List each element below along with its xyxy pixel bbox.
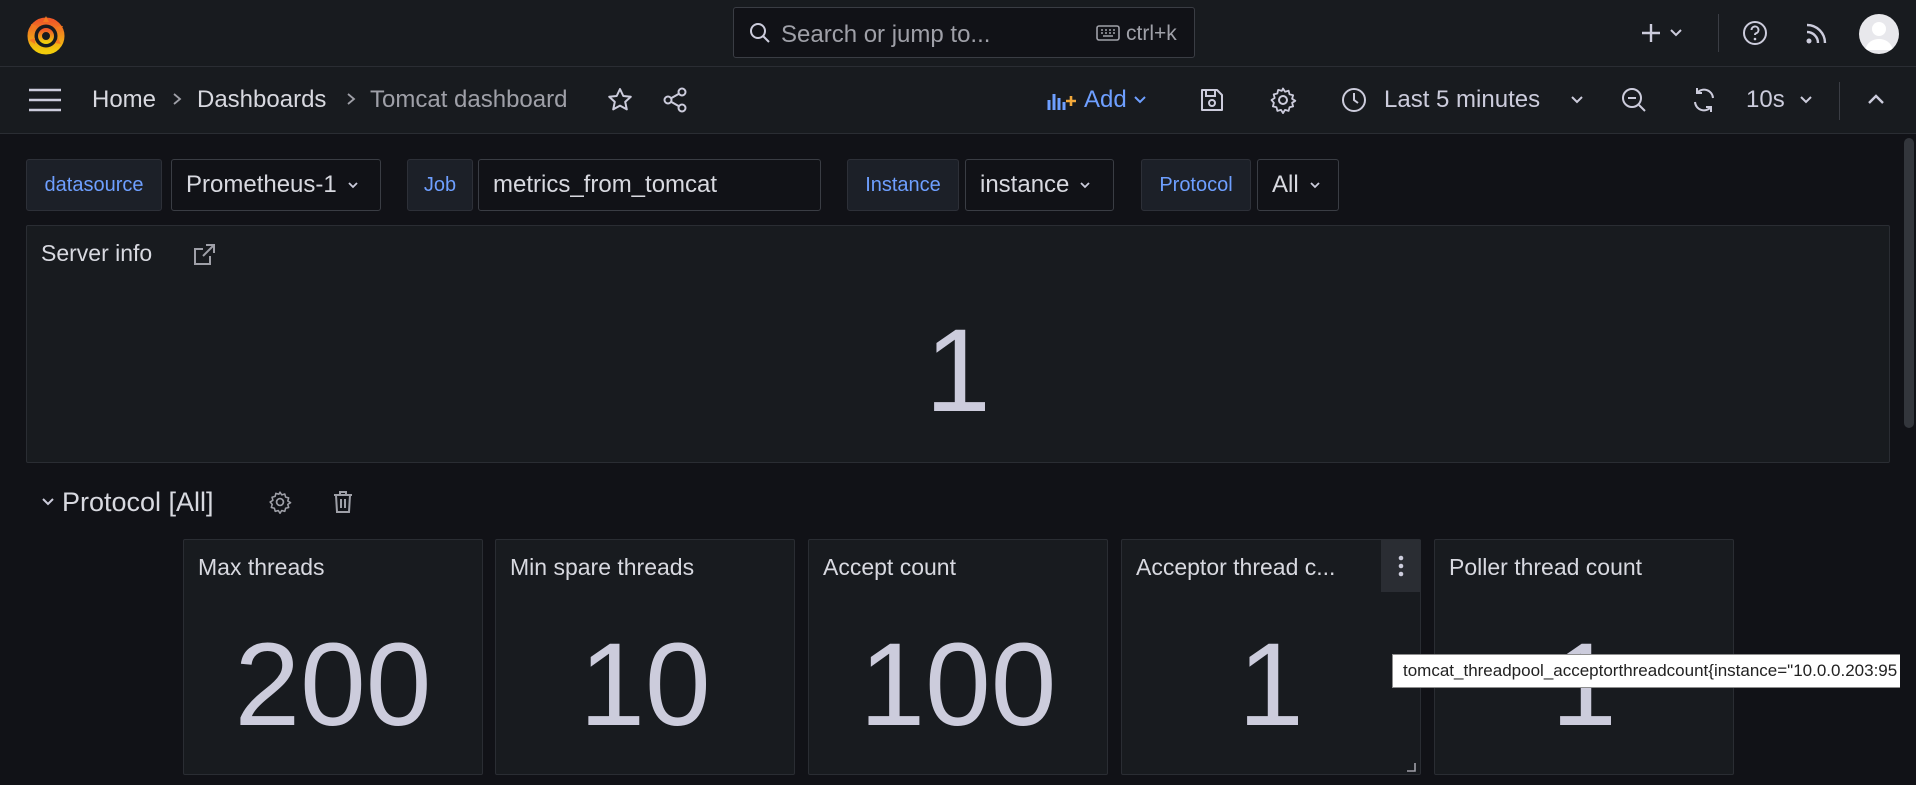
instance-value: instance <box>980 171 1070 198</box>
chevron-down-icon <box>1133 96 1146 104</box>
resize-handle-icon[interactable] <box>1406 762 1416 772</box>
chevron-down-icon <box>42 498 54 506</box>
star-button[interactable] <box>604 84 636 116</box>
min-spare-threads-panel[interactable]: Min spare threads 10 <box>495 539 795 775</box>
clock-icon <box>1342 88 1366 112</box>
stat-value: 1 <box>925 305 991 437</box>
panel-title: Server info <box>41 240 153 266</box>
plus-icon <box>1642 24 1682 42</box>
time-range-label: Last 5 minutes <box>1384 86 1541 113</box>
save-dashboard-button[interactable] <box>1196 84 1228 116</box>
stat-value: 1 <box>1238 619 1304 751</box>
breadcrumb-dashboards[interactable]: Dashboards <box>197 86 326 114</box>
gear-icon <box>1270 87 1297 114</box>
panel-tooltip: tomcat_threadpool_acceptorthreadcount{in… <box>1392 654 1916 688</box>
panel-menu-button[interactable] <box>1381 540 1421 592</box>
stat-value: 100 <box>859 619 1057 751</box>
stat-value: 200 <box>234 619 432 751</box>
time-picker[interactable]: Last 5 minutes <box>1340 82 1590 118</box>
row-settings-button[interactable] <box>265 487 295 517</box>
scrollbar-thumb[interactable] <box>1904 138 1914 428</box>
zoom-out-button[interactable] <box>1618 84 1650 116</box>
user-avatar[interactable] <box>1859 14 1899 54</box>
add-button-label: Add <box>1084 86 1127 113</box>
chevron-right-icon <box>347 93 356 105</box>
save-icon <box>1201 89 1223 111</box>
job-variable-input[interactable]: metrics_from_tomcat <box>478 159 821 211</box>
chevron-down-icon <box>1799 96 1812 104</box>
job-value: metrics_from_tomcat <box>493 171 718 198</box>
share-icon <box>663 87 687 113</box>
breadcrumb-home[interactable]: Home <box>92 86 156 114</box>
chevron-down-icon <box>1571 96 1583 104</box>
datasource-value: Prometheus-1 <box>186 171 337 198</box>
search-bar[interactable]: Search or jump to... ctrl+k <box>733 7 1195 58</box>
refresh-icon <box>1694 88 1714 112</box>
chevron-down-icon <box>348 182 358 189</box>
datasource-variable-select[interactable]: Prometheus-1 <box>171 159 381 211</box>
instance-variable-select[interactable]: instance <box>965 159 1114 211</box>
dashboard-settings-button[interactable] <box>1267 84 1299 116</box>
user-icon <box>1865 22 1893 50</box>
gear-icon <box>269 491 292 514</box>
panel-title: Acceptor thread c... <box>1136 554 1336 580</box>
panel-title: Poller thread count <box>1449 554 1643 580</box>
row-delete-button[interactable] <box>328 487 358 517</box>
datasource-variable-label: datasource <box>26 159 162 211</box>
collapse-nav-button[interactable] <box>1860 84 1892 116</box>
server-info-panel[interactable]: Server info 1 <box>26 225 1890 463</box>
add-button[interactable]: Add <box>1046 82 1158 118</box>
grafana-logo-icon[interactable] <box>25 14 67 56</box>
help-button[interactable] <box>1740 14 1770 52</box>
acceptor-thread-count-panel[interactable]: Acceptor thread c... 1 <box>1121 539 1421 775</box>
chevron-down-icon <box>1080 182 1091 189</box>
chevron-up-icon <box>1868 94 1884 104</box>
more-vertical-icon <box>1398 555 1404 577</box>
menu-button[interactable] <box>26 84 64 116</box>
panel-title: Accept count <box>823 554 956 580</box>
share-button[interactable] <box>659 84 691 116</box>
panel-title: Min spare threads <box>510 554 695 580</box>
protocol-variable-label: Protocol <box>1141 159 1251 211</box>
job-variable-label: Job <box>407 159 473 211</box>
breadcrumb-current: Tomcat dashboard <box>370 86 568 113</box>
row-header[interactable]: Protocol [All] <box>40 482 370 522</box>
max-threads-panel[interactable]: Max threads 200 <box>183 539 483 775</box>
search-icon <box>750 23 770 43</box>
news-button[interactable] <box>1802 14 1832 52</box>
rss-icon <box>1806 23 1827 44</box>
refresh-button[interactable] <box>1688 84 1720 116</box>
help-icon <box>1743 21 1767 45</box>
row-title: Protocol [All] <box>62 486 214 517</box>
stat-value: 10 <box>579 619 711 751</box>
panel-title: Max threads <box>198 554 325 580</box>
hamburger-icon <box>29 88 61 112</box>
refresh-interval-picker[interactable]: 10s <box>1746 82 1816 118</box>
top-bar: Search or jump to... ctrl+k <box>0 0 1916 67</box>
star-icon <box>608 88 632 111</box>
external-link-icon[interactable] <box>191 242 217 268</box>
protocol-value: All <box>1272 171 1299 198</box>
refresh-interval-label: 10s <box>1746 86 1785 113</box>
search-shortcut: ctrl+k <box>1126 22 1177 45</box>
trash-icon <box>334 491 352 513</box>
add-panel-icon <box>1047 94 1076 110</box>
new-menu-button[interactable] <box>1636 14 1686 52</box>
chevron-down-icon <box>1310 182 1320 189</box>
accept-count-panel[interactable]: Accept count 100 <box>808 539 1108 775</box>
search-placeholder: Search or jump to... <box>781 21 991 48</box>
keyboard-icon <box>1096 25 1120 41</box>
instance-variable-label: Instance <box>847 159 959 211</box>
protocol-variable-select[interactable]: All <box>1257 159 1339 211</box>
zoom-out-icon <box>1622 88 1646 112</box>
chevron-right-icon <box>173 93 182 105</box>
